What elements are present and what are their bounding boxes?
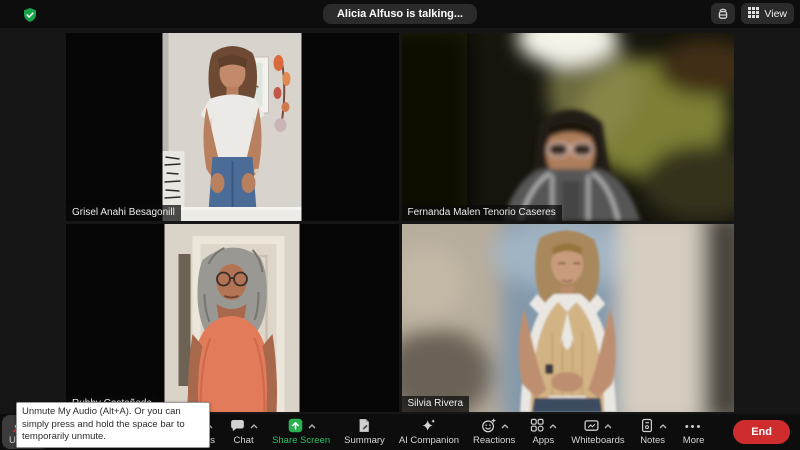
chat-bubble-icon bbox=[229, 417, 246, 437]
whiteboards-options-chevron[interactable] bbox=[604, 424, 612, 429]
more-ellipsis-icon: ••• bbox=[685, 420, 703, 434]
end-meeting-button[interactable]: End bbox=[733, 420, 790, 444]
video-feed bbox=[163, 33, 302, 221]
video-tile-grisel[interactable]: Grisel Anahi Besagonill bbox=[66, 33, 399, 221]
notes-icon bbox=[639, 417, 655, 437]
video-feed bbox=[402, 224, 735, 412]
summary-button[interactable]: Summary bbox=[337, 415, 392, 449]
whiteboards-label: Whiteboards bbox=[571, 436, 624, 446]
view-button[interactable]: View bbox=[741, 3, 794, 24]
more-button[interactable]: ••• More bbox=[674, 415, 714, 449]
notes-options-chevron[interactable] bbox=[659, 424, 667, 429]
video-stage: Grisel Anahi Besagonill bbox=[0, 28, 800, 414]
view-button-label: View bbox=[764, 8, 787, 20]
whiteboard-icon bbox=[583, 417, 600, 437]
reactions-button[interactable]: Reactions bbox=[466, 415, 522, 449]
video-feed bbox=[165, 224, 300, 412]
chat-button[interactable]: Chat bbox=[222, 415, 265, 449]
apps-label: Apps bbox=[532, 436, 554, 446]
notes-label: Notes bbox=[640, 436, 665, 446]
ai-companion-sparkle-icon bbox=[420, 417, 437, 437]
active-speaker-notification: Alicia Alfuso is talking... bbox=[323, 4, 477, 24]
notes-button[interactable]: Notes bbox=[632, 415, 674, 449]
share-screen-button[interactable]: Share Screen bbox=[265, 415, 337, 449]
gallery-grid: Grisel Anahi Besagonill bbox=[66, 33, 734, 412]
chat-label: Chat bbox=[234, 436, 254, 446]
video-tile-fernanda[interactable]: Fernanda Malen Tenorio Caseres bbox=[402, 33, 735, 221]
reactions-smiley-icon bbox=[480, 417, 497, 437]
share-screen-icon bbox=[287, 417, 304, 437]
share-screen-label: Share Screen bbox=[272, 436, 330, 446]
apps-button[interactable]: Apps bbox=[522, 415, 564, 449]
apps-grid-icon bbox=[529, 417, 545, 436]
chat-options-chevron[interactable] bbox=[250, 424, 258, 429]
summary-document-icon bbox=[356, 417, 372, 437]
bell-icon[interactable] bbox=[711, 3, 735, 24]
video-tile-silvia[interactable]: Silvia Rivera bbox=[402, 224, 735, 412]
share-options-chevron[interactable] bbox=[308, 424, 316, 429]
reactions-label: Reactions bbox=[473, 436, 515, 446]
video-tile-rubby[interactable]: Rubby Castañeda bbox=[66, 224, 399, 412]
unmute-tooltip: Unmute My Audio (Alt+A). Or you can simp… bbox=[16, 402, 210, 448]
encryption-shield-icon[interactable] bbox=[22, 7, 38, 23]
participant-name-label: Silvia Rivera bbox=[402, 396, 470, 412]
ai-companion-button[interactable]: AI Companion bbox=[392, 415, 466, 449]
ai-companion-label: AI Companion bbox=[399, 436, 459, 446]
participant-name-label: Fernanda Malen Tenorio Caseres bbox=[402, 205, 562, 221]
whiteboards-button[interactable]: Whiteboards bbox=[564, 415, 631, 449]
grid-view-icon bbox=[748, 7, 759, 21]
participant-name-label: Grisel Anahi Besagonill bbox=[66, 205, 181, 221]
summary-label: Summary bbox=[344, 436, 385, 446]
top-bar: Alicia Alfuso is talking... bbox=[0, 0, 800, 28]
more-label: More bbox=[683, 436, 705, 446]
video-feed bbox=[402, 33, 735, 221]
unmute-tooltip-text: Unmute My Audio (Alt+A). Or you can simp… bbox=[22, 406, 185, 442]
reactions-options-chevron[interactable] bbox=[501, 424, 509, 429]
apps-options-chevron[interactable] bbox=[549, 424, 557, 429]
top-bar-right-controls: View bbox=[711, 3, 794, 24]
zoom-meeting-window: Alicia Alfuso is talking... bbox=[0, 0, 800, 450]
